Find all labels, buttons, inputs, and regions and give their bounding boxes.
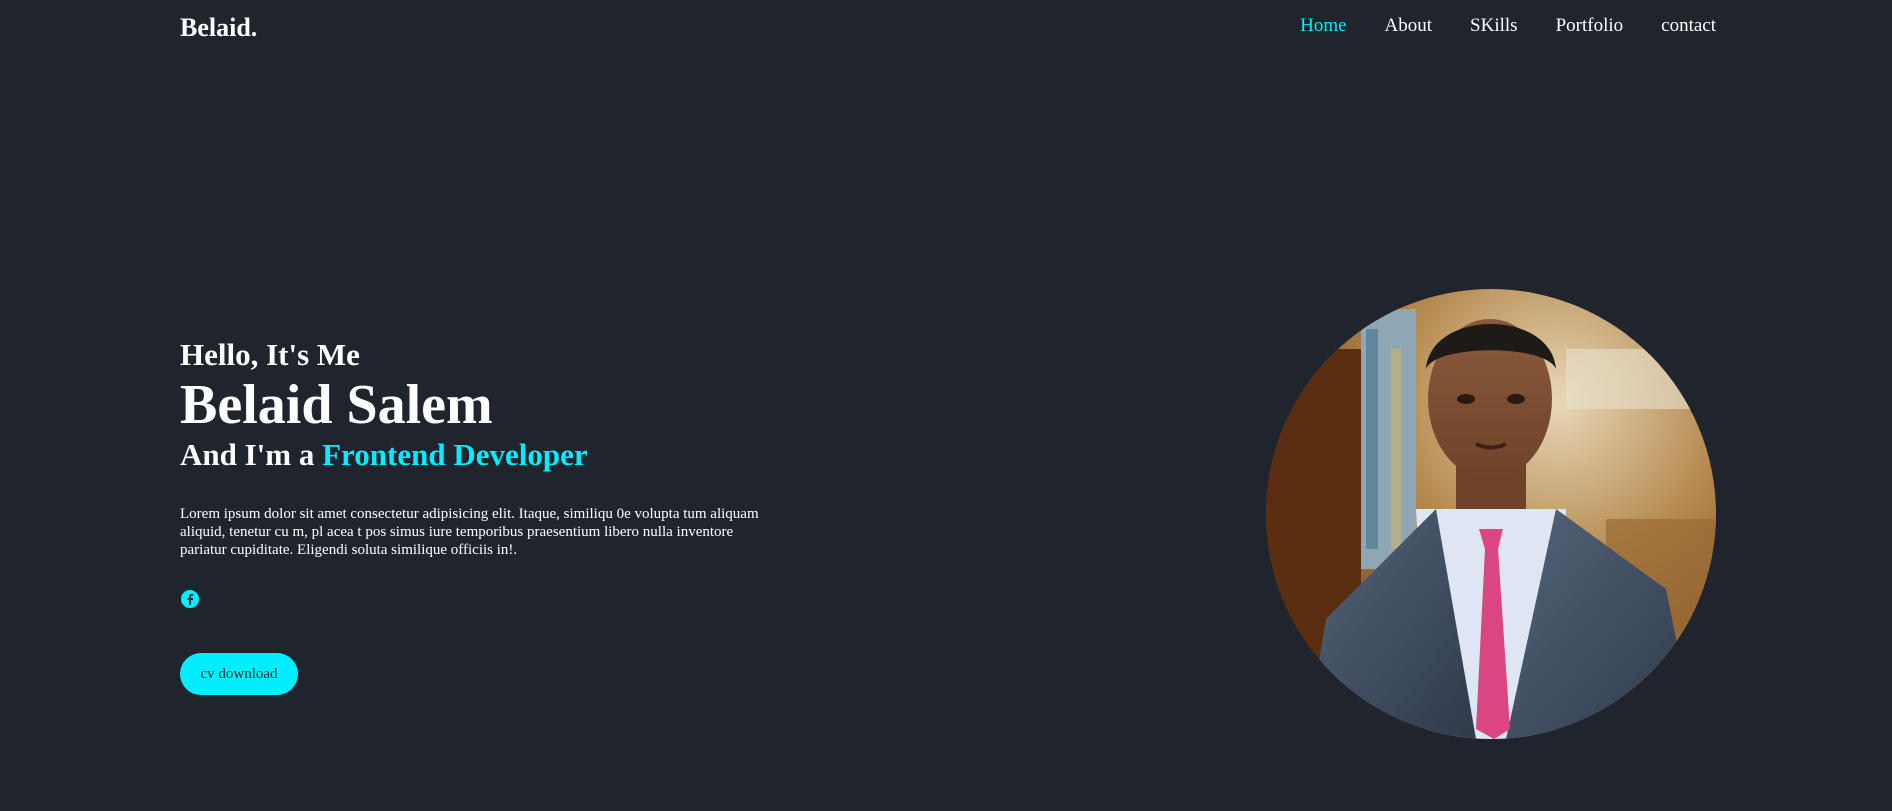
- nav-portfolio[interactable]: Portfolio: [1556, 15, 1624, 37]
- profile-photo: [1266, 289, 1716, 739]
- hero-content: Hello, It's Me Belaid Salem And I'm a Fr…: [180, 335, 780, 695]
- hero-description: Lorem ipsum dolor sit amet consectetur a…: [180, 506, 759, 558]
- cv-download-button[interactable]: cv download: [180, 653, 298, 695]
- main-nav: Home About SKills Portfolio contact: [1300, 15, 1716, 37]
- site-header: Belaid. Home About SKills Portfolio cont…: [0, 0, 1892, 60]
- nav-about[interactable]: About: [1385, 15, 1433, 37]
- hero-role-line: And I'm a Frontend Developer: [180, 435, 780, 475]
- facebook-icon[interactable]: [180, 589, 200, 609]
- nav-contact[interactable]: contact: [1661, 15, 1716, 37]
- nav-skills[interactable]: SKills: [1470, 15, 1518, 37]
- hero-role: Frontend Developer: [322, 437, 588, 472]
- hero-name: Belaid Salem: [180, 374, 493, 436]
- hero-greeting: Hello, It's Me: [180, 337, 360, 372]
- hero-role-prefix: And I'm a: [180, 437, 323, 472]
- nav-home[interactable]: Home: [1300, 15, 1346, 37]
- site-logo[interactable]: Belaid.: [180, 13, 257, 43]
